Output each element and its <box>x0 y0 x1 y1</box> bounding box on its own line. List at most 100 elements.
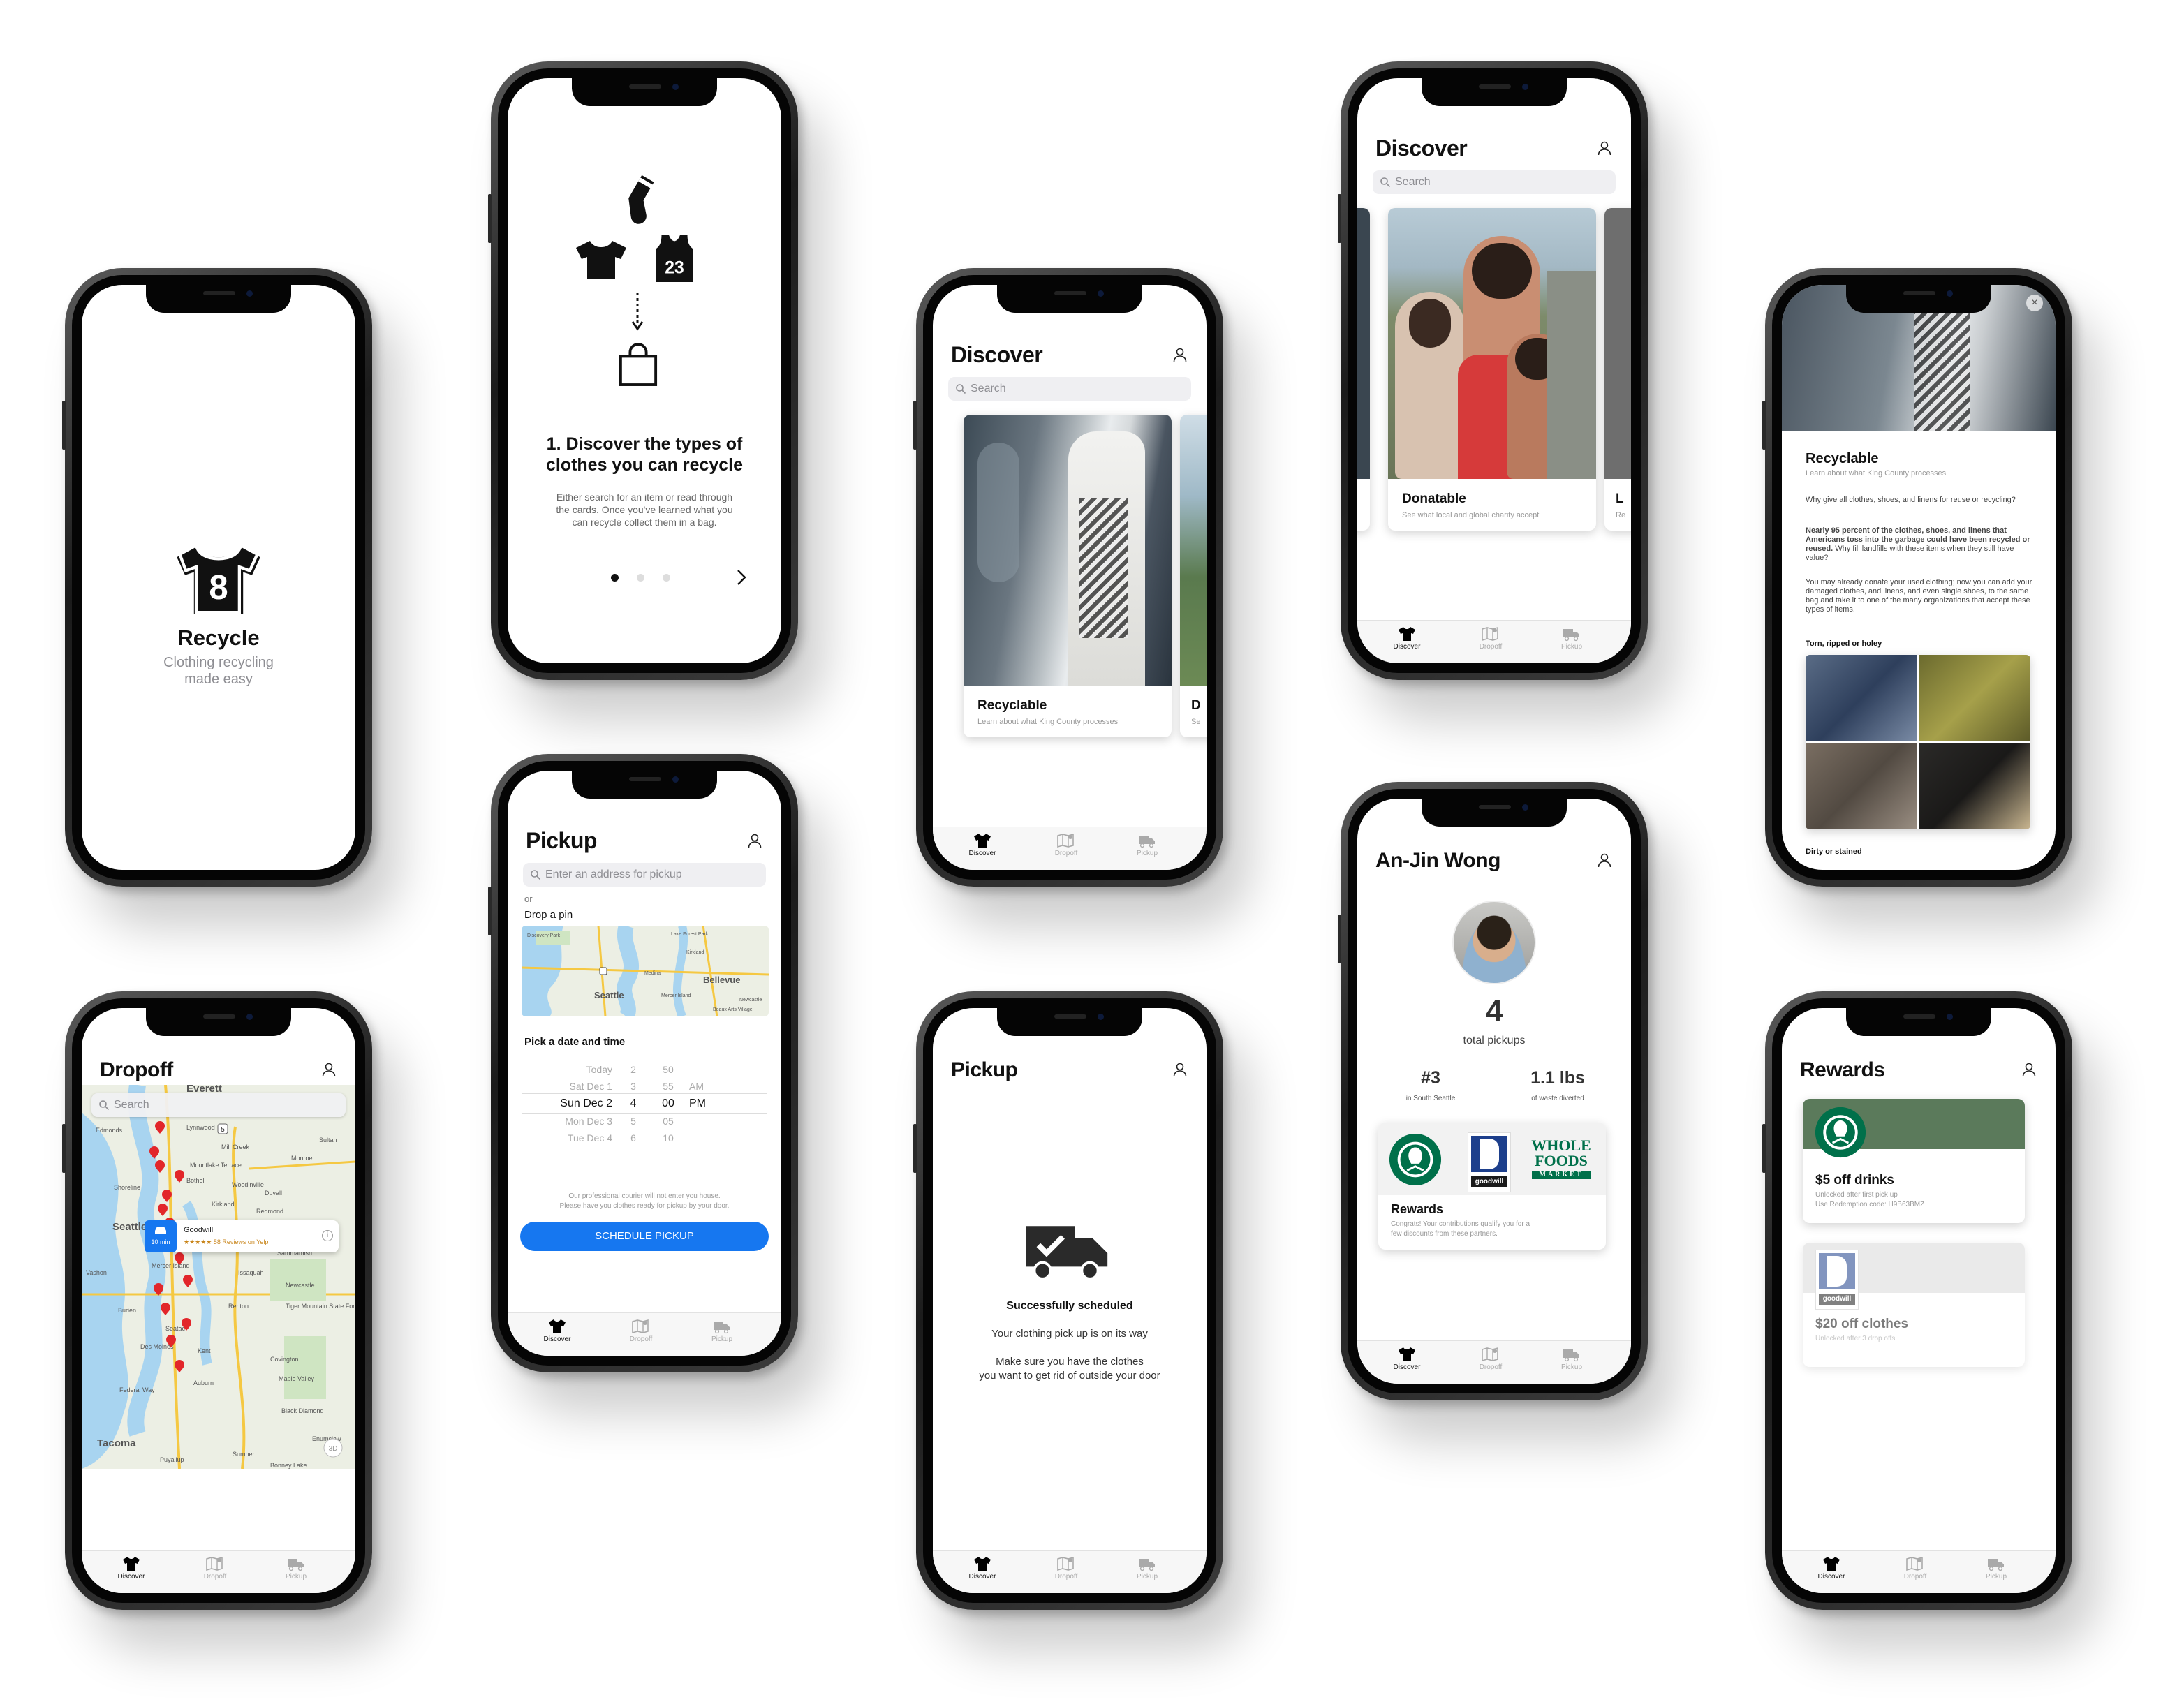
tab-bar: Discover Dropoff Pickup <box>1357 620 1631 663</box>
goodwill-callout[interactable]: 10 min Goodwill ★★★★★ 58 Reviews on Yelp… <box>145 1220 339 1252</box>
picker-row[interactable]: Tue Dec 4 6 10 <box>522 1130 767 1146</box>
tab-discover[interactable]: Discover <box>107 1556 156 1581</box>
starbucks-logo <box>1815 1107 1866 1158</box>
tab-pickup[interactable]: Pickup <box>272 1556 320 1581</box>
user-profile-icon[interactable] <box>1596 852 1613 868</box>
picker-row[interactable]: Mon Dec 3 5 05 <box>522 1113 767 1130</box>
tab-label: Pickup <box>1560 1363 1582 1371</box>
user-profile-icon[interactable] <box>1172 346 1188 363</box>
tab-discover[interactable]: Discover <box>533 1319 582 1343</box>
onboarding-body-3: can recycle collect them in a bag. <box>572 517 717 528</box>
search-input[interactable]: Search <box>948 377 1191 401</box>
map-label: Tiger Mountain State Forest <box>286 1303 355 1310</box>
page-dot[interactable] <box>637 574 644 582</box>
discover-screen-a: Discover Search Recyclable Learn about w… <box>933 285 1207 870</box>
tab-discover[interactable]: Discover <box>958 833 1007 857</box>
phone-dropoff: Dropoff Everett Edmonds Lynnwood Mill Creek… <box>62 991 372 1610</box>
tab-discover[interactable]: Discover <box>1382 1347 1431 1371</box>
detail-para-3: You may already donate your used clothin… <box>1806 578 2032 614</box>
reward-line-2: Use Redemption code: H9B63BMZ <box>1815 1201 1925 1208</box>
date-time-picker[interactable]: Today 2 50 Sat Dec 1 3 55 AM Sun Dec 2 4 00 PM Mon … <box>522 1058 767 1163</box>
user-profile-icon[interactable] <box>1172 1061 1188 1078</box>
map-label: Bothell <box>186 1177 206 1184</box>
info-icon[interactable]: i <box>322 1230 333 1241</box>
page-dots <box>611 574 674 582</box>
tab-pickup[interactable]: Pickup <box>1547 1347 1596 1371</box>
tab-discover[interactable]: Discover <box>1807 1556 1856 1581</box>
rewards-card[interactable]: goodwill WHOLE FOODS MARKET Rewards Cong… <box>1378 1123 1606 1250</box>
tab-dropoff[interactable]: Dropoff <box>191 1556 239 1581</box>
reward-goodwill[interactable]: goodwill $20 off clothes Unlocked after … <box>1803 1243 2025 1367</box>
card-recyclable[interactable]: Recyclable Learn about what King County … <box>964 415 1172 737</box>
tab-bar: Discover Dropoff Pickup <box>1782 1550 2056 1593</box>
page-title: Discover <box>1375 135 1468 161</box>
tab-pickup[interactable]: Pickup <box>1972 1556 2021 1581</box>
tab-discover[interactable]: Discover <box>958 1556 1007 1581</box>
pickup-map[interactable]: Discovery Park Lake Forest Park Kirkland Be… <box>522 926 769 1016</box>
tab-label: Pickup <box>1560 643 1582 651</box>
torn-photo-collage <box>1806 655 2030 829</box>
tab-bar: Discover Dropoff Pickup <box>508 1312 781 1356</box>
map-pin-marker[interactable] <box>599 967 607 975</box>
picker-row-selected[interactable]: Sun Dec 2 4 00 PM <box>522 1095 767 1111</box>
picker-row[interactable]: Sat Dec 1 3 55 AM <box>522 1078 767 1095</box>
tab-dropoff[interactable]: Dropoff <box>1891 1556 1940 1581</box>
tab-pickup[interactable]: Pickup <box>1123 833 1172 857</box>
phone-discover-b: Discover Search Donatable See what local… <box>1338 61 1648 680</box>
map-tab-icon <box>1482 626 1500 642</box>
close-icon[interactable]: × <box>2026 295 2043 311</box>
phone-discover-a: Discover Search Recyclable Learn about w… <box>913 268 1223 887</box>
pickup-count: 4 <box>1485 994 1503 1028</box>
map-tab-icon <box>1482 1347 1500 1362</box>
donatable-photo <box>1388 208 1596 479</box>
success-line-2: Make sure you have the clothes <box>996 1356 1144 1368</box>
tab-pickup[interactable]: Pickup <box>1123 1556 1172 1581</box>
pickup-address-input[interactable]: Enter an address for pickup <box>523 863 766 887</box>
donatable-photo <box>1180 415 1207 686</box>
user-profile-icon[interactable] <box>746 832 763 849</box>
tab-dropoff[interactable]: Dropoff <box>617 1319 665 1343</box>
whole-foods-logo: WHOLE FOODS MARKET <box>1525 1138 1598 1179</box>
card-right-peek[interactable]: L Re <box>1604 208 1631 531</box>
tab-dropoff[interactable]: Dropoff <box>1042 833 1091 857</box>
dropoff-map[interactable]: EverettEdmonds LynnwoodMill CreekMountlak… <box>82 1085 355 1469</box>
card-donatable[interactable]: Donatable See what local and global char… <box>1388 208 1596 531</box>
search-input[interactable]: Search <box>1373 170 1616 194</box>
map-label: Kirkland <box>686 950 704 955</box>
card-left-peek[interactable] <box>1357 208 1370 531</box>
truck-check-icon <box>1026 1226 1108 1280</box>
address-placeholder: Enter an address for pickup <box>545 868 682 880</box>
starbucks-logo <box>1389 1133 1442 1186</box>
shopping-bag-icon <box>619 343 658 386</box>
tab-dropoff[interactable]: Dropoff <box>1466 1347 1515 1371</box>
user-profile-icon[interactable] <box>1596 140 1613 156</box>
picker-min: 50 <box>663 1064 674 1075</box>
chevron-right-icon[interactable] <box>737 569 746 586</box>
picker-hour: 2 <box>630 1064 636 1075</box>
card-donatable-peek[interactable]: D Se <box>1180 415 1207 737</box>
tab-pickup[interactable]: Pickup <box>1547 626 1596 651</box>
tab-dropoff[interactable]: Dropoff <box>1042 1556 1091 1581</box>
search-icon <box>955 383 966 394</box>
tab-dropoff[interactable]: Dropoff <box>1466 626 1515 651</box>
tab-label: Discover <box>1817 1573 1845 1581</box>
callout-name: Goodwill <box>184 1226 214 1234</box>
car-icon <box>155 1227 166 1234</box>
picker-hour: 3 <box>630 1081 636 1092</box>
page-dot-active[interactable] <box>611 574 619 582</box>
tab-discover[interactable]: Discover <box>1382 626 1431 651</box>
detail-para-1: Why give all clothes, shoes, and linens … <box>1806 496 2016 504</box>
shirt-tab-icon <box>973 1556 991 1571</box>
page-dot[interactable] <box>663 574 670 582</box>
reward-starbucks[interactable]: $5 off drinks Unlocked after first pick … <box>1803 1099 2025 1223</box>
splash-subtitle-2: made easy <box>184 672 253 687</box>
schedule-pickup-button[interactable]: SCHEDULE PICKUP <box>520 1222 769 1251</box>
user-profile-icon[interactable] <box>2021 1061 2037 1078</box>
picker-row[interactable]: Today 2 50 <box>522 1061 767 1078</box>
truck-tab-icon <box>1138 833 1156 848</box>
tab-pickup[interactable]: Pickup <box>698 1319 746 1343</box>
avatar[interactable] <box>1452 901 1536 984</box>
user-profile-icon[interactable] <box>320 1061 337 1078</box>
map-search-input[interactable]: Search <box>91 1093 346 1117</box>
map-label: Bellevue <box>703 975 740 985</box>
